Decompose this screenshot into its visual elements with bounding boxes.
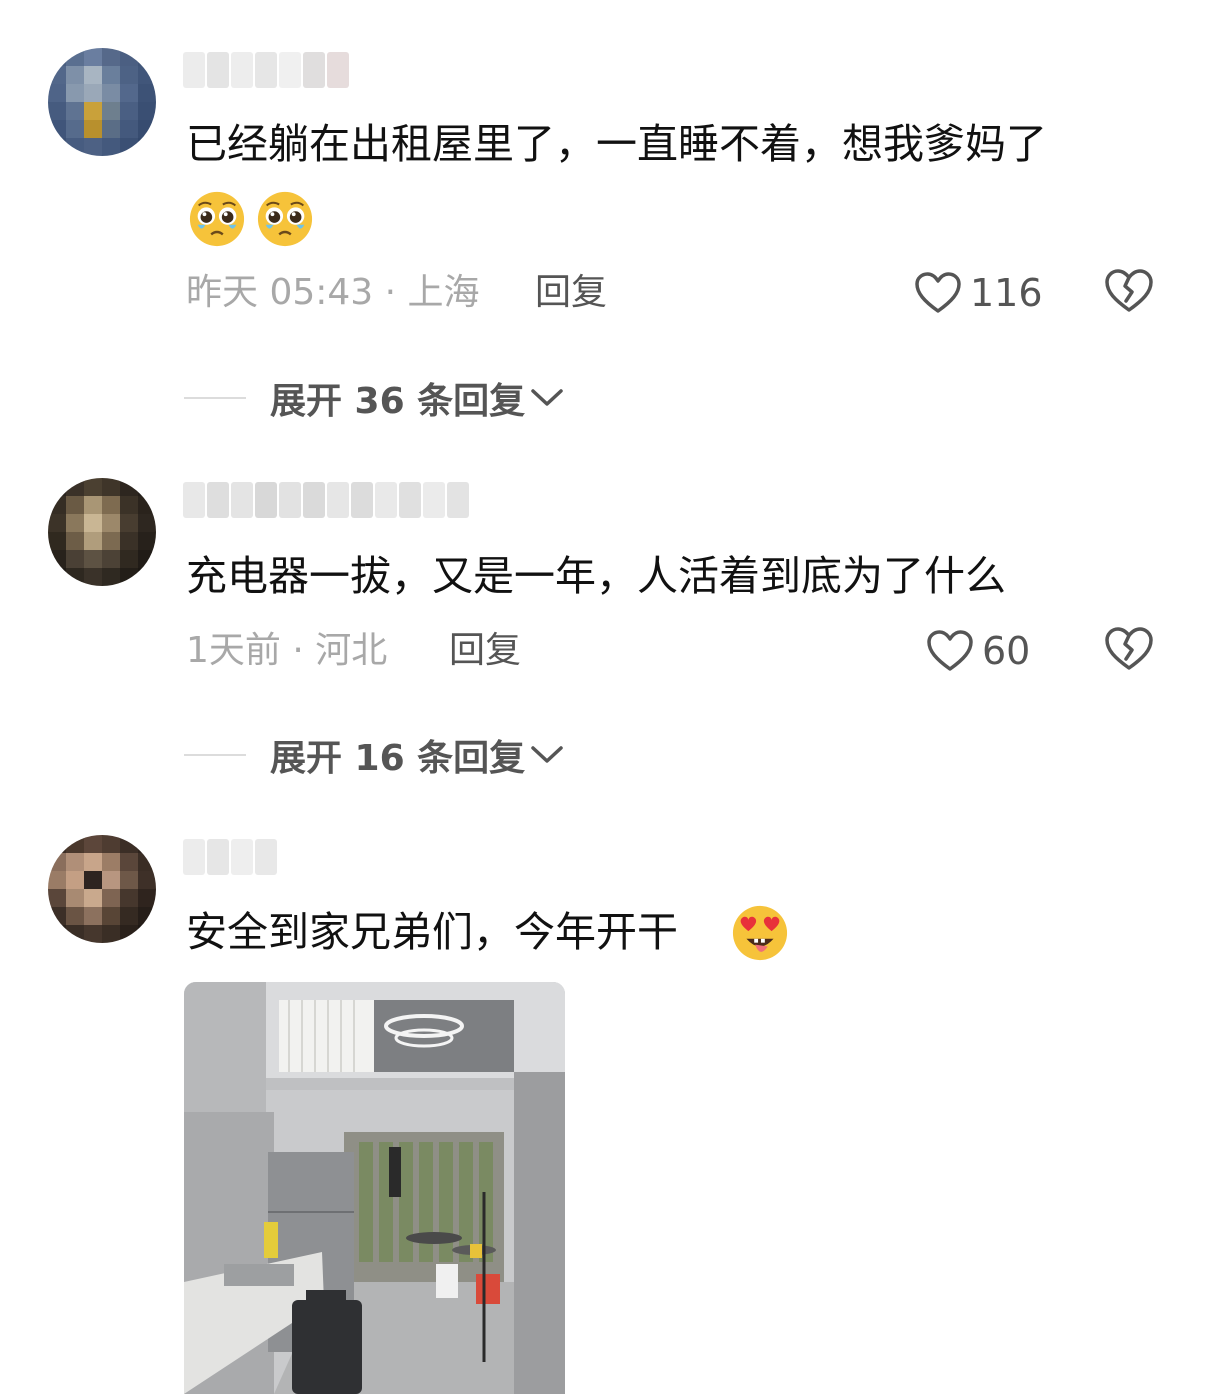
comment-text: 充电器一拔，又是一年，人活着到底为了什么 [186, 552, 1006, 600]
heart-outline-icon [927, 630, 973, 671]
avatar-mosaic [48, 835, 156, 943]
heart-eyes-tongue-face-icon [732, 905, 788, 961]
username-blurred[interactable] [183, 839, 277, 879]
avatar-mosaic [48, 478, 156, 586]
pleading-face-icon [189, 191, 245, 247]
comment-time-location: 昨天 05:43 · 上海 [186, 272, 480, 313]
username-blurred[interactable] [183, 52, 349, 92]
avatar[interactable] [48, 478, 156, 586]
broken-heart-icon [1105, 269, 1153, 312]
expand-replies-label: 展开 16 条回复 [270, 738, 526, 779]
avatar-mosaic [48, 48, 156, 156]
like-button[interactable]: 60 [926, 627, 1030, 675]
divider [184, 397, 246, 399]
expand-replies-label: 展开 36 条回复 [270, 381, 526, 422]
dislike-button[interactable] [1104, 626, 1154, 674]
reply-button[interactable]: 回复 [449, 627, 521, 675]
comment-time-location: 1天前 · 河北 [186, 630, 388, 671]
pleading-face-icon [257, 191, 313, 247]
dislike-button[interactable] [1104, 268, 1154, 316]
expand-replies-button[interactable]: 展开 36 条回复 [184, 374, 565, 422]
broken-heart-icon [1105, 627, 1153, 670]
chevron-down-icon [531, 389, 563, 406]
like-button[interactable]: 116 [914, 269, 1043, 317]
comment-text: 安全到家兄弟们，今年开干 [186, 908, 678, 956]
username-blurred[interactable] [183, 482, 469, 522]
room-photo-image [184, 982, 565, 1394]
like-count: 116 [970, 271, 1043, 315]
avatar[interactable] [48, 835, 156, 943]
chevron-down-icon [531, 746, 563, 763]
expand-replies-button[interactable]: 展开 16 条回复 [184, 731, 565, 779]
heart-outline-icon [915, 272, 961, 313]
avatar[interactable] [48, 48, 156, 156]
like-count: 60 [982, 629, 1031, 673]
comment-photo[interactable] [184, 982, 565, 1394]
reply-button[interactable]: 回复 [535, 269, 607, 317]
comment-list: 已经躺在出租屋里了，一直睡不着，想我爹妈了 昨天 05:43 · 上海 回复 1… [0, 0, 1206, 1394]
comment-text: 已经躺在出租屋里了，一直睡不着，想我爹妈了 [186, 120, 1047, 168]
divider [184, 754, 246, 756]
